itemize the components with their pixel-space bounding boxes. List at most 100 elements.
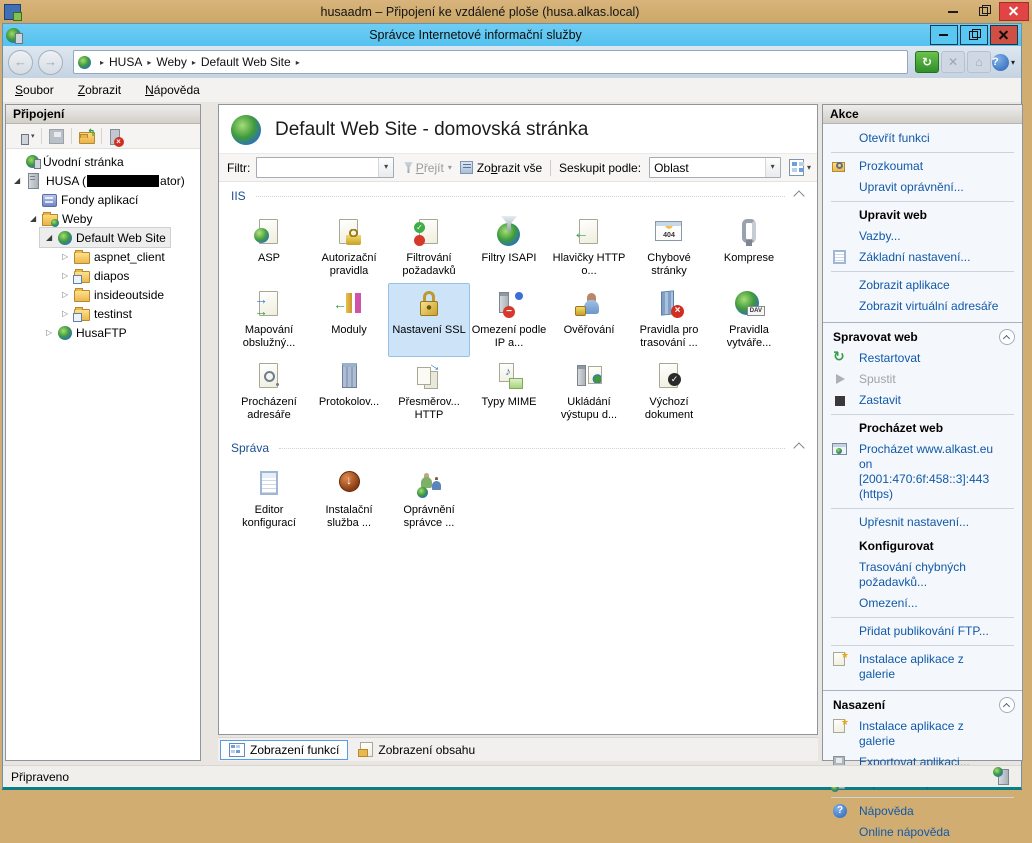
action-entry[interactable]: Procházet web xyxy=(823,418,1022,439)
feature-item[interactable]: Filtrování požadavků xyxy=(389,212,469,284)
tree-item[interactable]: HusaFTP xyxy=(40,323,131,342)
delete-connection-icon[interactable] xyxy=(108,128,125,144)
tree-expander-icon[interactable] xyxy=(46,328,58,337)
collapse-button[interactable] xyxy=(999,329,1015,345)
action-entry[interactable] xyxy=(831,508,1014,509)
feature-item[interactable]: Chybové stránky xyxy=(629,212,709,284)
feature-item[interactable]: Komprese xyxy=(709,212,789,284)
action-entry[interactable]: Spustit xyxy=(823,369,1022,390)
tree-expander-icon[interactable] xyxy=(30,214,42,223)
tree-item[interactable]: aspnet_client xyxy=(56,247,169,266)
action-entry[interactable]: Nápověda xyxy=(823,801,1022,822)
feature-item[interactable]: Ověřování xyxy=(549,284,629,356)
tab-features-view[interactable]: Zobrazení funkcí xyxy=(220,740,348,760)
feature-item[interactable]: Pravidla vytváře... xyxy=(709,284,789,356)
action-entry[interactable]: Prozkoumat xyxy=(823,156,1022,177)
action-entry[interactable]: Spravovat web xyxy=(823,322,1022,348)
breadcrumb-arrow-icon[interactable]: ▸ xyxy=(192,58,196,67)
action-entry[interactable]: Zastavit xyxy=(823,390,1022,411)
create-connection-icon[interactable] xyxy=(10,128,27,144)
feature-item[interactable]: Autorizační pravidla xyxy=(309,212,389,284)
feature-item[interactable]: Mapování obslužný... xyxy=(229,284,309,356)
back-button[interactable]: ← xyxy=(8,50,33,75)
feature-item[interactable]: Editor konfigurací xyxy=(229,464,309,536)
tree-item[interactable]: Weby xyxy=(24,209,96,228)
feature-item[interactable]: Ukládání výstupu d... xyxy=(549,356,629,428)
action-entry[interactable]: Procházet www.alkast.eu on [2001:470:6f:… xyxy=(823,439,1022,505)
action-entry[interactable]: Přidat publikování FTP... xyxy=(823,621,1022,642)
action-entry[interactable] xyxy=(831,797,1014,798)
connection-dropdown-icon[interactable]: ▾ xyxy=(31,132,35,140)
tree-item[interactable]: Úvodní stránka xyxy=(8,152,128,171)
action-entry[interactable]: Vazby... xyxy=(823,226,1022,247)
feature-item[interactable]: Protokolov... xyxy=(309,356,389,428)
feature-item[interactable]: Výchozí dokument xyxy=(629,356,709,428)
action-entry[interactable]: Instalace aplikace z galerie xyxy=(823,649,1022,685)
action-entry[interactable] xyxy=(831,271,1014,272)
help-dropdown-icon[interactable]: ▾ xyxy=(1011,58,1015,67)
action-entry[interactable]: Restartovat xyxy=(823,348,1022,369)
feature-item[interactable]: ASP xyxy=(229,212,309,284)
action-entry[interactable]: Nasazení xyxy=(823,690,1022,716)
action-entry[interactable]: Upřesnit nastavení... xyxy=(823,512,1022,533)
feature-item[interactable]: Filtry ISAPI xyxy=(469,212,549,284)
help-icon[interactable]: ? xyxy=(992,54,1009,71)
tree-item[interactable]: Fondy aplikací xyxy=(24,190,142,209)
feature-item[interactable]: Hlavičky HTTP o... xyxy=(549,212,629,284)
action-entry[interactable] xyxy=(831,617,1014,618)
views-dropdown-icon[interactable]: ▾ xyxy=(807,163,811,172)
menu-soubor[interactable]: Soubor xyxy=(3,80,66,100)
menu-zobrazit[interactable]: Zobrazit xyxy=(66,80,133,100)
breadcrumb-item-site[interactable]: Default Web Site xyxy=(201,55,291,69)
action-entry[interactable]: Upravit oprávnění... xyxy=(823,177,1022,198)
show-all-button[interactable]: Zobrazit vše xyxy=(477,161,542,175)
feature-item[interactable]: Nastavení SSL xyxy=(389,284,469,356)
collapse-section-icon[interactable] xyxy=(793,190,804,201)
app-close-button[interactable] xyxy=(990,25,1018,45)
tree-item[interactable]: Default Web Site xyxy=(40,228,170,247)
address-breadcrumb[interactable]: ▸ HUSA ▸ Weby ▸ Default Web Site ▸ xyxy=(73,50,908,74)
action-entry[interactable] xyxy=(831,201,1014,202)
breadcrumb-item-server[interactable]: HUSA xyxy=(109,55,142,69)
feature-item[interactable]: Procházení adresáře xyxy=(229,356,309,428)
tree-expander-icon[interactable] xyxy=(62,252,74,261)
action-entry[interactable] xyxy=(831,414,1014,415)
rdp-minimize-button[interactable] xyxy=(939,3,967,20)
tree-item[interactable]: diapos xyxy=(56,266,133,285)
feature-item[interactable]: Instalační služba ... xyxy=(309,464,389,536)
action-entry[interactable]: Otevřít funkci xyxy=(823,128,1022,149)
breadcrumb-item-sites[interactable]: Weby xyxy=(156,55,186,69)
group-by-select[interactable]: Oblast▾ xyxy=(649,157,781,178)
app-restore-button[interactable] xyxy=(960,25,988,45)
action-entry[interactable]: Zobrazit aplikace xyxy=(823,275,1022,296)
action-entry[interactable]: Konfigurovat xyxy=(823,536,1022,557)
forward-button[interactable]: → xyxy=(38,50,63,75)
action-entry[interactable]: Instalace aplikace z galerie xyxy=(823,716,1022,752)
action-entry[interactable]: Upravit web xyxy=(823,205,1022,226)
rdp-close-button[interactable] xyxy=(999,2,1029,21)
feature-item[interactable]: Moduly xyxy=(309,284,389,356)
menu-napoveda[interactable]: Nápověda xyxy=(133,80,212,100)
action-entry[interactable] xyxy=(831,152,1014,153)
up-level-icon[interactable] xyxy=(78,128,95,144)
action-entry[interactable]: Omezení... xyxy=(823,593,1022,614)
action-entry[interactable]: Základní nastavení... xyxy=(823,247,1022,268)
feature-item[interactable]: Oprávnění správce ... xyxy=(389,464,469,536)
breadcrumb-arrow-icon[interactable]: ▸ xyxy=(147,58,151,67)
tree-expander-icon[interactable] xyxy=(62,290,74,299)
tree-item[interactable]: testinst xyxy=(56,304,136,323)
action-entry[interactable] xyxy=(831,645,1014,646)
feature-item[interactable]: Typy MIME xyxy=(469,356,549,428)
tree-item[interactable]: HUSA ( ator) xyxy=(8,171,189,190)
rdp-restore-button[interactable] xyxy=(969,3,997,20)
collapse-section-icon[interactable] xyxy=(793,442,804,453)
breadcrumb-arrow-icon[interactable]: ▸ xyxy=(296,58,300,67)
app-minimize-button[interactable] xyxy=(930,25,958,45)
tab-content-view[interactable]: Zobrazení obsahu xyxy=(352,740,483,759)
action-entry[interactable]: Zobrazit virtuální adresáře xyxy=(823,296,1022,317)
feature-item[interactable]: Omezení podle IP a... xyxy=(469,284,549,356)
filter-input[interactable]: ▾ xyxy=(256,157,394,178)
refresh-button[interactable]: ↻ xyxy=(915,51,939,73)
feature-item[interactable]: Pravidla pro trasování ... xyxy=(629,284,709,356)
tree-item[interactable]: insideoutside xyxy=(56,285,168,304)
